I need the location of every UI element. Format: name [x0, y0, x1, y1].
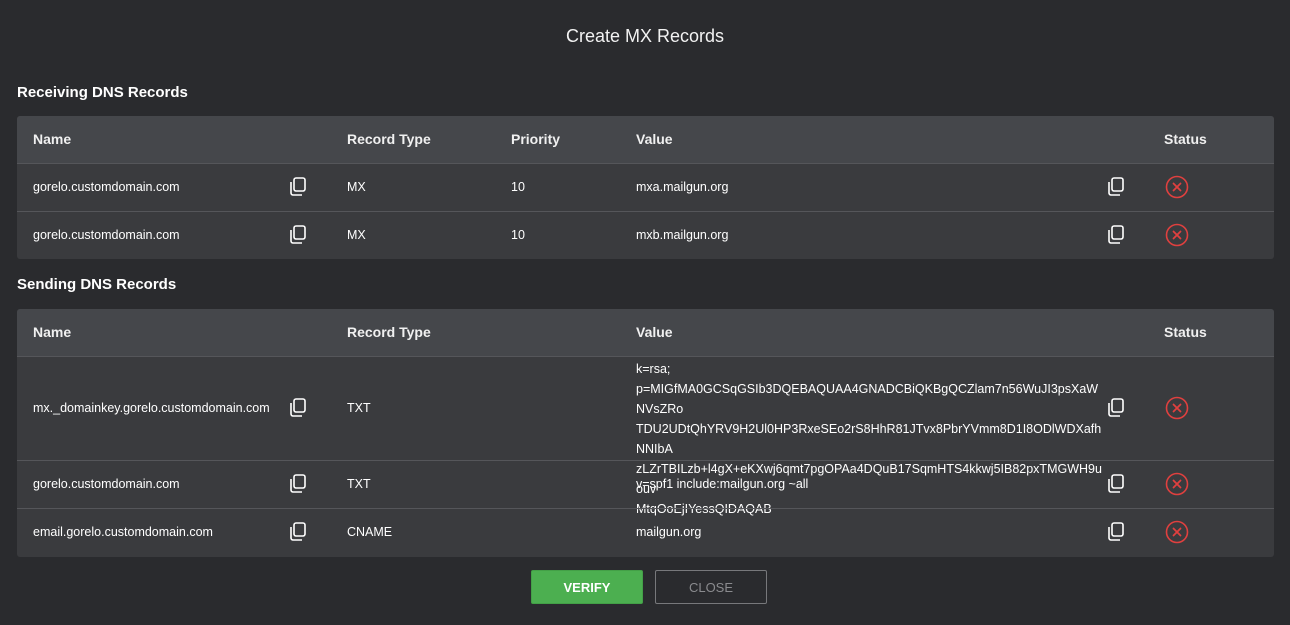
- error-status-icon: [1165, 223, 1189, 247]
- copy-icon[interactable]: [1107, 522, 1125, 542]
- error-status-icon: [1165, 175, 1189, 199]
- value-line: k=rsa;: [636, 362, 671, 376]
- table-row: gorelo.customdomain.com MX 10 mxb.mailgu…: [17, 211, 1274, 259]
- error-status-icon: [1165, 396, 1189, 420]
- column-record-type: Record Type: [347, 131, 431, 147]
- record-name: gorelo.customdomain.com: [33, 228, 180, 242]
- error-status-icon: [1165, 472, 1189, 496]
- sending-table: Name Record Type Value Status mx._domain…: [17, 309, 1274, 557]
- column-value: Value: [636, 324, 673, 340]
- table-row: gorelo.customdomain.com MX 10 mxa.mailgu…: [17, 163, 1274, 211]
- column-priority: Priority: [511, 131, 561, 147]
- record-name: gorelo.customdomain.com: [33, 477, 180, 491]
- copy-icon[interactable]: [289, 398, 307, 418]
- column-name: Name: [33, 131, 72, 147]
- value-line: TDU2UDtQhYRV9H2Ul0HP3RxeSEo2rS8HhR81JTvx…: [636, 422, 1102, 456]
- record-value: mxa.mailgun.org: [636, 180, 729, 194]
- dialog-title: Create MX Records: [565, 26, 725, 46]
- receiving-heading: Receiving DNS Records: [17, 84, 188, 101]
- receiving-table: Name Record Type Priority Value Status g…: [17, 116, 1274, 259]
- copy-icon[interactable]: [1107, 398, 1125, 418]
- record-name: gorelo.customdomain.com: [33, 180, 180, 194]
- value-line: p=MIGfMA0GCSqGSIb3DQEBAQUAA4GNADCBiQKBgQ…: [636, 382, 1099, 416]
- close-button[interactable]: CLOSE: [655, 570, 767, 604]
- verify-button[interactable]: VERIFY: [531, 570, 643, 604]
- record-value: v=spf1 include:mailgun.org ~all: [636, 477, 809, 491]
- record-value: mxb.mailgun.org: [636, 228, 729, 242]
- column-status: Status: [1164, 324, 1207, 340]
- record-type: TXT: [347, 477, 371, 491]
- table-header: Name Record Type Value Status: [17, 309, 1274, 356]
- copy-icon[interactable]: [1107, 177, 1125, 197]
- record-name: email.gorelo.customdomain.com: [33, 525, 213, 539]
- record-priority: 10: [511, 228, 525, 242]
- column-record-type: Record Type: [347, 324, 431, 340]
- record-type: MX: [347, 228, 366, 242]
- copy-icon[interactable]: [1107, 474, 1125, 494]
- copy-icon[interactable]: [289, 474, 307, 494]
- table-row: email.gorelo.customdomain.com CNAME mail…: [17, 508, 1274, 557]
- table-row: gorelo.customdomain.com TXT v=spf1 inclu…: [17, 460, 1274, 508]
- column-name: Name: [33, 324, 72, 340]
- record-priority: 10: [511, 180, 525, 194]
- record-type: TXT: [347, 401, 371, 415]
- column-status: Status: [1164, 131, 1207, 147]
- record-value: mailgun.org: [636, 525, 702, 539]
- table-row: mx._domainkey.gorelo.customdomain.com TX…: [17, 356, 1274, 516]
- record-type: MX: [347, 180, 366, 194]
- copy-icon[interactable]: [289, 225, 307, 245]
- column-value: Value: [636, 131, 673, 147]
- copy-icon[interactable]: [289, 177, 307, 197]
- error-status-icon: [1165, 520, 1189, 544]
- table-header: Name Record Type Priority Value Status: [17, 116, 1274, 163]
- record-name: mx._domainkey.gorelo.customdomain.com: [33, 401, 270, 415]
- record-type: CNAME: [347, 525, 393, 539]
- copy-icon[interactable]: [1107, 225, 1125, 245]
- sending-heading: Sending DNS Records: [17, 276, 177, 293]
- copy-icon[interactable]: [289, 522, 307, 542]
